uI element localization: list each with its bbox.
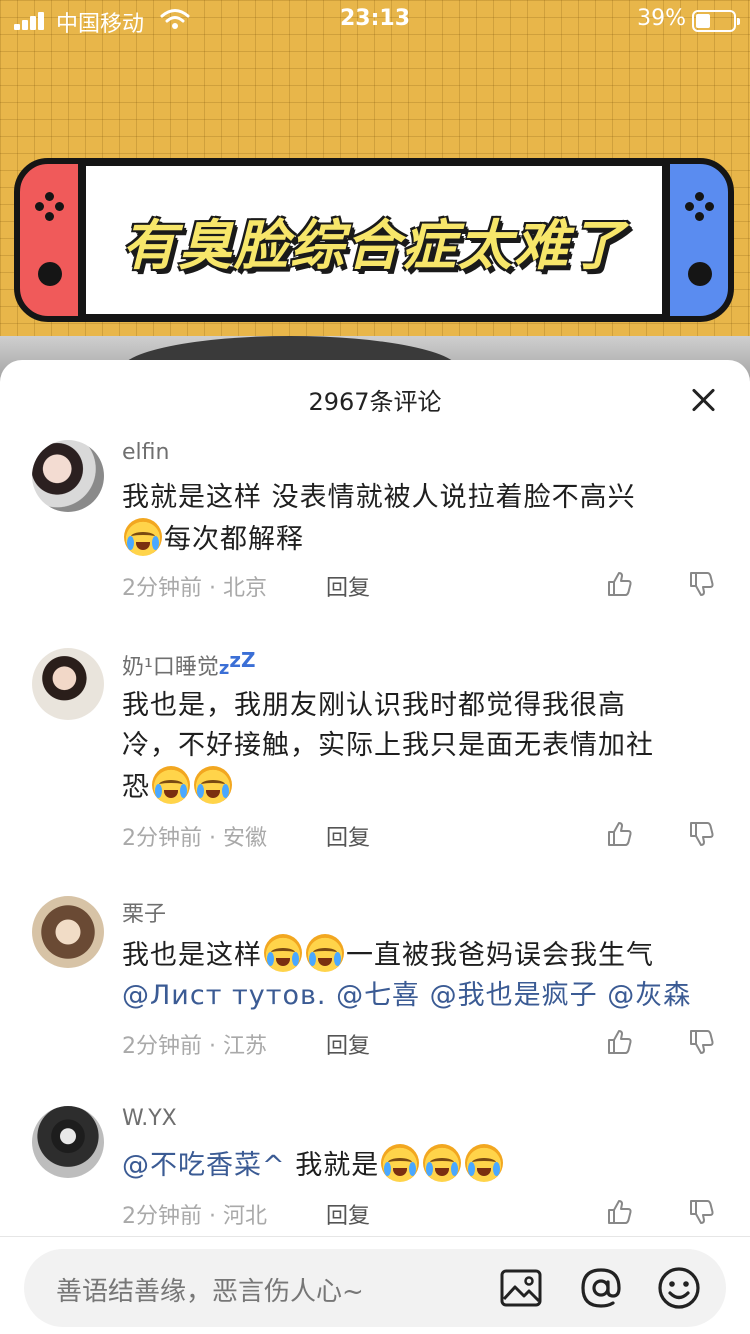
comment-meta: 2分钟前 · 河北	[122, 1204, 267, 1229]
sheet-header: 2967条评论	[0, 360, 750, 440]
avatar[interactable]	[32, 648, 104, 720]
mention-link[interactable]: @七喜	[336, 980, 420, 1011]
joycon-left	[14, 158, 84, 322]
like-icon[interactable]	[606, 820, 634, 848]
comment-meta: 2分钟前 · 北京	[122, 576, 267, 601]
avatar[interactable]	[32, 1106, 104, 1178]
status-bar: 中国移动 23:13 39%	[0, 0, 750, 40]
comment-item: W.YX @不吃香菜^ 我就是 2分钟前 · 河北 回复	[0, 1106, 750, 1246]
comment-username[interactable]: 栗子	[122, 896, 166, 928]
comment-text: 我也是这样 一直被我爸妈误会我生气 @Лист тутов. @七喜 @我也是疯子…	[122, 934, 712, 1016]
banner-screen: 有臭脸综合症太难了	[78, 158, 670, 322]
comment-text: @不吃香菜^ 我就是	[122, 1144, 712, 1186]
video-background: 有臭脸综合症太难了 中国移动 23:13 39%	[0, 0, 750, 426]
battery-percent: 39%	[637, 6, 686, 31]
crying-laugh-emoji	[465, 1144, 504, 1182]
dislike-icon[interactable]	[688, 570, 716, 598]
comment-text: 我也是，我朋友刚认识我时都觉得我很高 冷，不好接触，实际上我只是面无表情加社 恐	[122, 690, 654, 804]
avatar[interactable]	[32, 896, 104, 968]
comment-username[interactable]: elfin	[122, 440, 169, 465]
comment-item: 栗子 我也是这样 一直被我爸妈误会我生气 @Лист тутов. @七喜 @我也…	[0, 896, 750, 1106]
reply-button[interactable]: 回复	[326, 570, 370, 602]
mention-link[interactable]: @不吃香菜^	[122, 1150, 286, 1181]
comment-item: 奶¹口睡觉zzZ 我也是，我朋友刚认识我时都觉得我很高 冷，不好接触，实际上我只…	[0, 648, 750, 888]
like-icon[interactable]	[606, 1198, 634, 1226]
crying-laugh-emoji	[264, 934, 302, 972]
dislike-icon[interactable]	[688, 1198, 716, 1226]
reply-button[interactable]: 回复	[326, 1198, 370, 1230]
at-mention-icon[interactable]	[578, 1265, 624, 1311]
image-icon[interactable]	[498, 1265, 544, 1311]
mention-link[interactable]: @灰森	[607, 980, 691, 1011]
avatar[interactable]	[32, 440, 104, 512]
crying-laugh-emoji	[124, 518, 162, 556]
comment-sheet: 2967条评论 elfin 我就是这样 没表情就被人说拉着脸不高兴 每次都解释 …	[0, 360, 750, 1334]
battery-icon	[692, 10, 740, 32]
like-icon[interactable]	[606, 1028, 634, 1056]
like-icon[interactable]	[606, 570, 634, 598]
comment-username[interactable]: W.YX	[122, 1106, 177, 1131]
mention-link[interactable]: @Лист тутов.	[122, 980, 326, 1011]
close-icon[interactable]	[690, 386, 718, 414]
comment-item: elfin 我就是这样 没表情就被人说拉着脸不高兴 每次都解释 2分钟前 · 北…	[0, 440, 750, 660]
crying-laugh-emoji	[306, 934, 344, 972]
crying-emoji	[194, 766, 232, 804]
comment-input[interactable]: 善语结善缘，恶言伤人心~	[24, 1249, 726, 1327]
crying-emoji	[152, 766, 190, 804]
joycon-right	[664, 158, 734, 322]
reply-button[interactable]: 回复	[326, 1028, 370, 1060]
comment-meta: 2分钟前 · 安徽	[122, 826, 267, 851]
video-banner: 有臭脸综合症太难了	[14, 158, 734, 322]
dislike-icon[interactable]	[688, 820, 716, 848]
mention-link[interactable]: @我也是疯子	[430, 980, 598, 1011]
crying-laugh-emoji	[423, 1144, 462, 1182]
comment-count-title: 2967条评论	[308, 388, 442, 416]
comment-input-bar: 善语结善缘，恶言伤人心~	[0, 1236, 750, 1334]
comment-meta: 2分钟前 · 江苏	[122, 1034, 267, 1059]
emoji-icon[interactable]	[656, 1265, 702, 1311]
crying-laugh-emoji	[381, 1144, 420, 1182]
reply-button[interactable]: 回复	[326, 820, 370, 852]
comment-text: 我就是这样 没表情就被人说拉着脸不高兴 每次都解释	[122, 482, 636, 556]
sleep-zzz-icon: zzZ	[218, 648, 256, 679]
comment-username[interactable]: 奶¹口睡觉zzZ	[122, 648, 255, 681]
comment-input-placeholder: 善语结善缘，恶言伤人心~	[56, 1277, 364, 1307]
dislike-icon[interactable]	[688, 1028, 716, 1056]
banner-text: 有臭脸综合症太难了	[122, 213, 626, 277]
